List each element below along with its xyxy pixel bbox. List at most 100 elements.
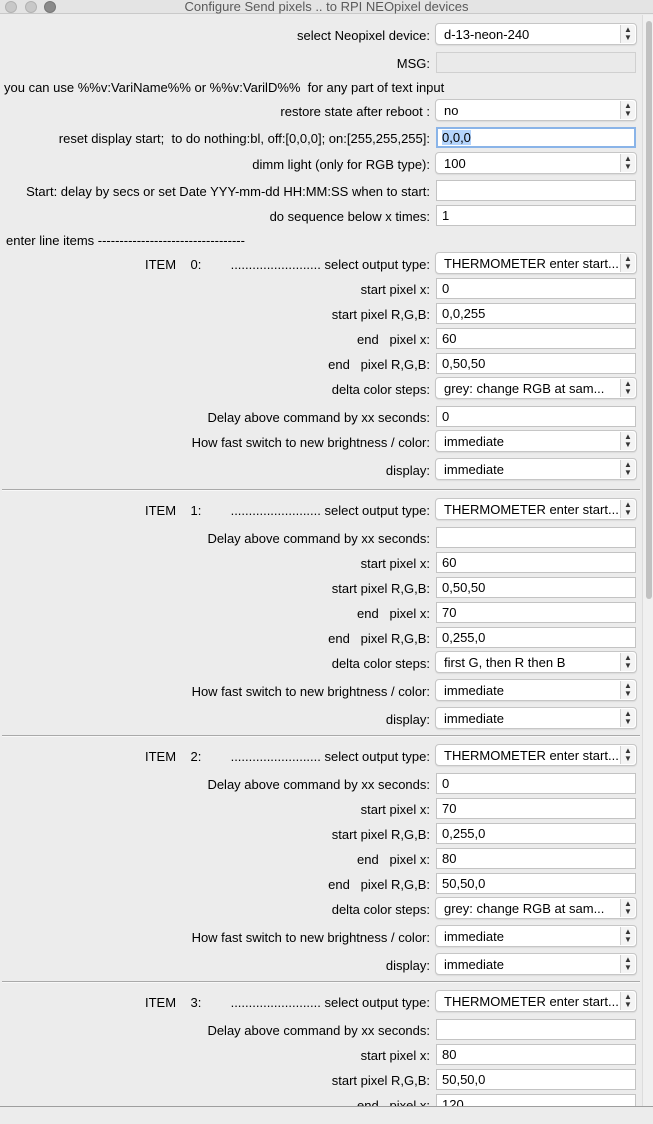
item-field-select-value: immediate — [444, 957, 504, 972]
item-header-row: ITEM 2: ......................... select … — [0, 744, 642, 769]
output-type-select-value: THERMOMETER enter start... — [444, 502, 619, 517]
item-field-input[interactable]: 0,50,50 — [436, 353, 636, 374]
item-field-row: display: immediate ▲ ▼ — [0, 953, 642, 978]
dimm-select[interactable]: 100 ▲ ▼ — [435, 152, 637, 174]
item-field-row: start pixel x: 60 — [0, 552, 642, 576]
item-field-row: Delay above command by xx seconds: — [0, 1019, 642, 1043]
item-field-label: end pixel R,G,B: — [328, 631, 430, 646]
vertical-scrollbar[interactable] — [642, 15, 653, 1106]
item-field-input[interactable]: 60 — [436, 328, 636, 349]
item-field-label: Delay above command by xx seconds: — [207, 1023, 430, 1038]
chevron-updown-icon: ▲ ▼ — [620, 746, 635, 764]
item-field-select[interactable]: immediate ▲ ▼ — [435, 430, 637, 452]
item-field-select[interactable]: immediate ▲ ▼ — [435, 925, 637, 947]
device-select-value: d-13-neon-240 — [444, 27, 530, 42]
repeat-field[interactable]: 1 — [436, 205, 636, 226]
item-field-select[interactable]: immediate ▲ ▼ — [435, 953, 637, 975]
item-field-input[interactable]: 80 — [436, 1044, 636, 1065]
item-field-select[interactable]: grey: change RGB at sam... ▲ ▼ — [435, 897, 637, 919]
chevron-updown-icon: ▲ ▼ — [620, 432, 635, 450]
item-field-row: How fast switch to new brightness / colo… — [0, 925, 642, 950]
item-field-input[interactable]: 60 — [436, 552, 636, 573]
item-field-row: Delay above command by xx seconds: 0 — [0, 406, 642, 430]
msg-label: MSG: — [396, 56, 430, 71]
start-row: Start: delay by secs or set Date YYY-mm-… — [0, 180, 642, 204]
chevron-updown-icon: ▲ ▼ — [620, 460, 635, 478]
chevron-updown-icon: ▲ ▼ — [620, 899, 635, 917]
output-type-select[interactable]: THERMOMETER enter start... ▲ ▼ — [435, 252, 637, 274]
item-field-select[interactable]: first G, then R then B ▲ ▼ — [435, 651, 637, 673]
item-field-input[interactable]: 70 — [436, 798, 636, 819]
output-type-select[interactable]: THERMOMETER enter start... ▲ ▼ — [435, 990, 637, 1012]
config-form: select Neopixel device: d-13-neon-240 ▲ ▼… — [0, 15, 642, 1106]
item-field-select[interactable]: grey: change RGB at sam... ▲ ▼ — [435, 377, 637, 399]
item-field-input[interactable]: 80 — [436, 848, 636, 869]
item-title: ITEM 0: — [145, 257, 202, 272]
item-field-select[interactable]: immediate ▲ ▼ — [435, 458, 637, 480]
item-field-label: delta color steps: — [331, 902, 430, 917]
item-field-row: display: immediate ▲ ▼ — [0, 707, 642, 732]
item-field-label: end pixel x: — [357, 1098, 430, 1106]
item-field-input[interactable]: 120 — [436, 1094, 636, 1106]
device-select[interactable]: d-13-neon-240 ▲ ▼ — [435, 23, 637, 45]
item-field-select-value: grey: change RGB at sam... — [444, 381, 605, 396]
item-divider — [2, 735, 640, 737]
item-field-row: start pixel R,G,B: 50,50,0 — [0, 1069, 642, 1093]
item-field-input[interactable] — [436, 1019, 636, 1040]
item-field-row: delta color steps: grey: change RGB at sa… — [0, 377, 642, 402]
item-field-label: How fast switch to new brightness / colo… — [191, 435, 430, 450]
item-divider — [2, 981, 640, 983]
item-field-select-value: grey: change RGB at sam... — [444, 901, 605, 916]
chevron-updown-icon: ▲ ▼ — [620, 101, 635, 119]
item-field-label: display: — [385, 712, 430, 727]
item-field-label: end pixel R,G,B: — [328, 357, 430, 372]
restore-select[interactable]: no ▲ ▼ — [435, 99, 637, 121]
item-field-label: Delay above command by xx seconds: — [207, 777, 430, 792]
item-field-label: start pixel x: — [360, 802, 430, 817]
reset-field[interactable]: 0,0,0 — [436, 127, 636, 148]
output-type-select[interactable]: THERMOMETER enter start... ▲ ▼ — [435, 744, 637, 766]
item-field-input[interactable]: 70 — [436, 602, 636, 623]
reset-field-value: 0,0,0 — [442, 130, 471, 145]
item-field-input[interactable]: 0 — [436, 773, 636, 794]
item-field-row: end pixel x: 120 — [0, 1094, 642, 1106]
start-field[interactable] — [436, 180, 636, 201]
item-field-input[interactable]: 0,255,0 — [436, 627, 636, 648]
item-field-row: start pixel x: 0 — [0, 278, 642, 302]
variable-hint: you can use %%v:VariName%% or %%v:VarilD… — [4, 80, 445, 95]
item-field-row: How fast switch to new brightness / colo… — [0, 679, 642, 704]
output-type-select[interactable]: THERMOMETER enter start... ▲ ▼ — [435, 498, 637, 520]
item-field-input[interactable] — [436, 527, 636, 548]
scrollbar-thumb[interactable] — [646, 21, 652, 599]
output-type-select-value: THERMOMETER enter start... — [444, 994, 619, 1009]
enter-items-heading: enter line items -----------------------… — [6, 233, 245, 248]
item-field-input[interactable]: 50,50,0 — [436, 873, 636, 894]
item-field-row: display: immediate ▲ ▼ — [0, 458, 642, 483]
item-field-select[interactable]: immediate ▲ ▼ — [435, 707, 637, 729]
item-field-label: start pixel R,G,B: — [331, 827, 430, 842]
msg-field — [436, 52, 636, 73]
item-field-input[interactable]: 0,50,50 — [436, 577, 636, 598]
repeat-row: do sequence below x times: 1 — [0, 205, 642, 229]
item-field-label: start pixel x: — [360, 282, 430, 297]
item-field-label: end pixel x: — [357, 332, 430, 347]
item-field-row: start pixel R,G,B: 0,50,50 — [0, 577, 642, 601]
item-field-input[interactable]: 0,255,0 — [436, 823, 636, 844]
title-bar: Configure Send pixels .. to RPI NEOpixel… — [0, 0, 653, 14]
item-field-row: How fast switch to new brightness / colo… — [0, 430, 642, 455]
chevron-updown-icon: ▲ ▼ — [620, 154, 635, 172]
item-field-row: start pixel x: 70 — [0, 798, 642, 822]
dimm-label: dimm light (only for RGB type): — [252, 157, 430, 172]
item-field-row: start pixel R,G,B: 0,0,255 — [0, 303, 642, 327]
window-bottom-bar — [0, 1106, 653, 1124]
item-field-input[interactable]: 0 — [436, 278, 636, 299]
item-field-select-value: immediate — [444, 434, 504, 449]
item-field-select[interactable]: immediate ▲ ▼ — [435, 679, 637, 701]
item-field-label: start pixel x: — [360, 556, 430, 571]
item-field-input[interactable]: 50,50,0 — [436, 1069, 636, 1090]
item-field-select-value: immediate — [444, 929, 504, 944]
item-field-input[interactable]: 0,0,255 — [436, 303, 636, 324]
chevron-updown-icon: ▲ ▼ — [620, 681, 635, 699]
item-field-input[interactable]: 0 — [436, 406, 636, 427]
item-field-select-value: immediate — [444, 683, 504, 698]
